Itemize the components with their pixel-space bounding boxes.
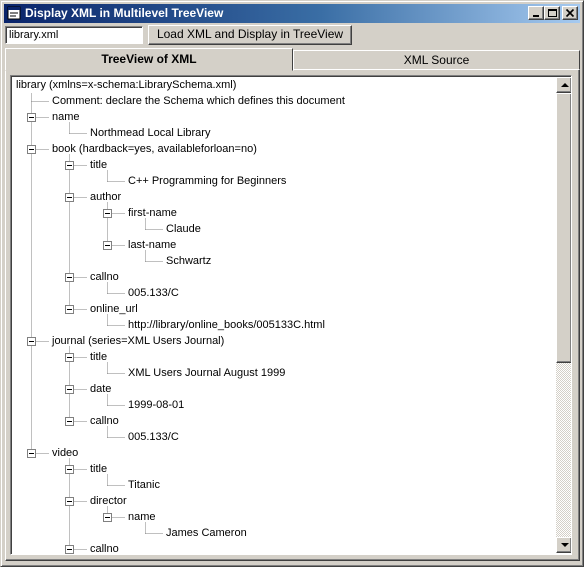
tree-node[interactable]: author — [89, 189, 122, 205]
tree-expander-minus-icon[interactable] — [27, 145, 36, 154]
tree-expander-minus-icon[interactable] — [65, 273, 74, 282]
load-xml-button[interactable]: Load XML and Display in TreeView — [148, 25, 352, 45]
app-window: Display XML in Multilevel TreeView Load … — [0, 0, 584, 567]
tree-node[interactable]: title — [89, 461, 108, 477]
tree-node[interactable]: director — [89, 493, 128, 509]
tree-node[interactable]: Schwartz — [165, 253, 212, 269]
tree-node[interactable]: online_url — [89, 301, 139, 317]
xml-file-input[interactable] — [5, 26, 143, 44]
tab-xml-source[interactable]: XML Source — [293, 50, 580, 71]
maximize-icon — [548, 9, 557, 17]
tree-node[interactable]: Titanic — [127, 477, 161, 493]
tree-node[interactable]: journal (series=XML Users Journal) — [51, 333, 225, 349]
tree-node[interactable]: callno — [89, 541, 120, 554]
tree-expander-minus-icon[interactable] — [65, 465, 74, 474]
scroll-down-button[interactable] — [556, 537, 571, 553]
tree-node[interactable]: last-name — [127, 237, 177, 253]
scroll-up-button[interactable] — [556, 77, 571, 93]
window-title: Display XML in Multilevel TreeView — [25, 6, 224, 20]
scroll-thumb[interactable] — [556, 93, 571, 363]
tree-node[interactable]: name — [127, 509, 157, 525]
tree-node[interactable]: James Cameron — [165, 525, 248, 541]
tree-expander-minus-icon[interactable] — [65, 161, 74, 170]
tree-node[interactable]: name — [51, 109, 81, 125]
tab-treeview[interactable]: TreeView of XML — [5, 48, 293, 71]
tree-expander-minus-icon[interactable] — [65, 305, 74, 314]
tree-expander-minus-icon[interactable] — [65, 193, 74, 202]
tree-expander-minus-icon[interactable] — [103, 209, 112, 218]
tree-node[interactable]: callno — [89, 269, 120, 285]
tree-node[interactable]: first-name — [127, 205, 178, 221]
tree-expander-minus-icon[interactable] — [27, 449, 36, 458]
tree-node[interactable]: http://library/online_books/005133C.html — [127, 317, 326, 333]
tree-expander-minus-icon[interactable] — [27, 337, 36, 346]
vertical-scrollbar[interactable] — [556, 77, 571, 553]
tree-expander-minus-icon[interactable] — [65, 497, 74, 506]
tree-node[interactable]: 005.133/C — [127, 429, 180, 445]
tree-node[interactable]: book (hardback=yes, availableforloan=no) — [51, 141, 258, 157]
maximize-button[interactable] — [544, 6, 560, 20]
title-bar[interactable]: Display XML in Multilevel TreeView — [4, 4, 580, 23]
tree-node[interactable]: C++ Programming for Beginners — [127, 173, 287, 189]
tree-expander-minus-icon[interactable] — [65, 417, 74, 426]
tree-expander-minus-icon[interactable] — [65, 385, 74, 394]
tree-expander-minus-icon[interactable] — [27, 113, 36, 122]
app-icon — [7, 6, 21, 20]
tree-node[interactable]: Northmead Local Library — [89, 125, 211, 141]
arrow-down-icon — [561, 543, 569, 547]
tree-node[interactable]: Claude — [165, 221, 202, 237]
tree-node[interactable]: XML Users Journal August 1999 — [127, 365, 286, 381]
tree-node[interactable]: 005.133/C — [127, 285, 180, 301]
tree-node[interactable]: callno — [89, 413, 120, 429]
tree-expander-minus-icon[interactable] — [103, 241, 112, 250]
tree-node[interactable]: 1999-08-01 — [127, 397, 185, 413]
close-icon — [565, 8, 575, 18]
tree-node[interactable]: Comment: declare the Schema which define… — [51, 93, 346, 109]
tree-node[interactable]: title — [89, 349, 108, 365]
tree-expander-minus-icon[interactable] — [65, 353, 74, 362]
xml-tree-view[interactable]: library (xmlns=x-schema:LibrarySchema.xm… — [10, 75, 572, 555]
arrow-up-icon — [561, 83, 569, 87]
tree-expander-minus-icon[interactable] — [103, 513, 112, 522]
tree-node[interactable]: video — [51, 445, 79, 461]
minimize-button[interactable] — [528, 6, 544, 20]
tree-node[interactable]: library (xmlns=x-schema:LibrarySchema.xm… — [15, 77, 237, 93]
tree-node[interactable]: date — [89, 381, 112, 397]
tree-expander-minus-icon[interactable] — [65, 545, 74, 554]
tree-node[interactable]: title — [89, 157, 108, 173]
close-button[interactable] — [562, 6, 578, 20]
minimize-icon — [533, 15, 539, 17]
